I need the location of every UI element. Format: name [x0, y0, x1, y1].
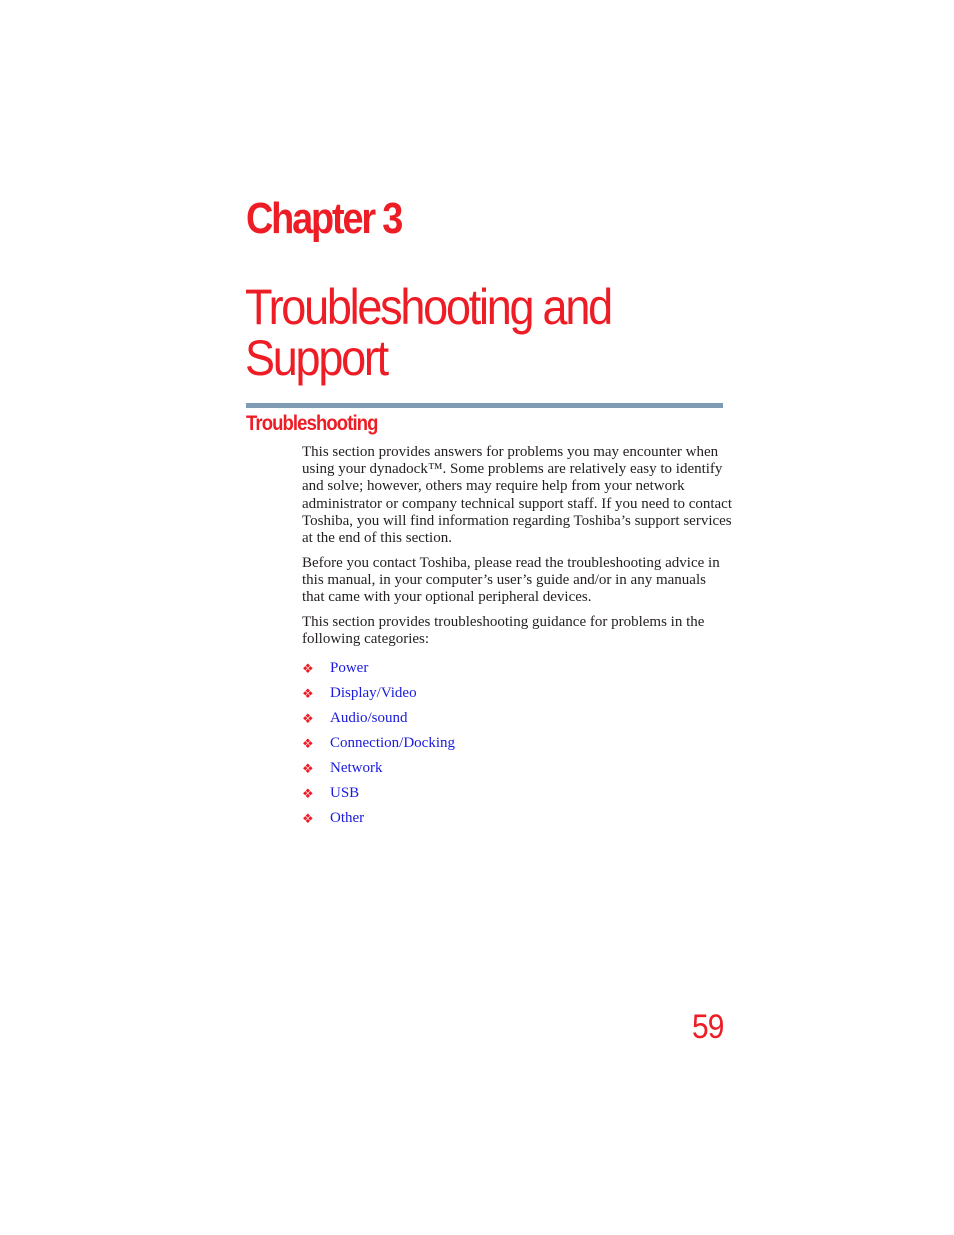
list-item: ❖ Network	[302, 756, 455, 781]
category-link-connection-docking[interactable]: Connection/Docking	[330, 735, 455, 752]
diamond-bullet-icon: ❖	[302, 685, 314, 701]
page-number: 59	[692, 1008, 724, 1046]
chapter-label: Chapter 3	[246, 194, 403, 243]
chapter-title: Troubleshooting and Support	[245, 279, 613, 386]
diamond-bullet-icon: ❖	[302, 710, 314, 726]
category-list: ❖ Power ❖ Display/Video ❖ Audio/sound ❖ …	[302, 656, 455, 831]
section-heading: Troubleshooting	[246, 412, 378, 435]
list-item: ❖ Power	[302, 656, 455, 681]
section-divider	[246, 403, 723, 408]
diamond-bullet-icon: ❖	[302, 785, 314, 801]
category-link-audio-sound[interactable]: Audio/sound	[330, 710, 408, 727]
chapter-title-line-2: Support	[245, 330, 389, 386]
category-link-network[interactable]: Network	[330, 760, 383, 777]
diamond-bullet-icon: ❖	[302, 660, 314, 676]
diamond-bullet-icon: ❖	[302, 760, 314, 776]
diamond-bullet-icon: ❖	[302, 810, 314, 826]
list-item: ❖ Connection/Docking	[302, 731, 455, 756]
before-contact-paragraph: Before you contact Toshiba, please read …	[302, 555, 720, 606]
categories-intro-paragraph: This section provides troubleshooting gu…	[302, 614, 705, 648]
list-item: ❖ Other	[302, 806, 455, 831]
list-item: ❖ Display/Video	[302, 681, 455, 706]
category-link-display-video[interactable]: Display/Video	[330, 685, 417, 702]
category-link-usb[interactable]: USB	[330, 785, 359, 802]
list-item: ❖ USB	[302, 781, 455, 806]
category-link-other[interactable]: Other	[330, 810, 364, 827]
diamond-bullet-icon: ❖	[302, 735, 314, 751]
list-item: ❖ Audio/sound	[302, 706, 455, 731]
category-link-power[interactable]: Power	[330, 660, 368, 677]
chapter-title-line-1: Troubleshooting and	[245, 279, 613, 335]
intro-paragraph: This section provides answers for proble…	[302, 444, 733, 547]
